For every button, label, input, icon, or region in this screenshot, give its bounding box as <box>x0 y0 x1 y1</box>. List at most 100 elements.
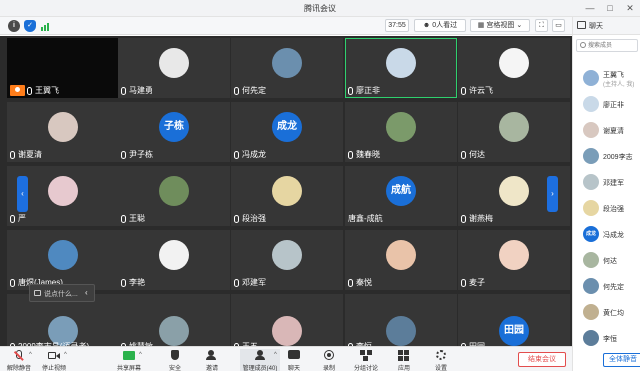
microphone-icon <box>10 279 15 287</box>
member-row[interactable]: 李恒 <box>573 327 640 349</box>
toolbar-share-screen-button[interactable]: 共享屏幕 ^ <box>113 349 145 371</box>
participant-name-text: 秦悦 <box>356 278 372 287</box>
participant-tile[interactable]: 王聪 <box>118 166 230 226</box>
member-row[interactable]: 邓建军 <box>573 171 640 193</box>
participant-tile[interactable]: 何达 <box>458 102 570 162</box>
participant-tile[interactable]: 王五 <box>231 294 343 354</box>
members-sidebar: 聊天 王翼飞(主持人, 我) 廖正非谢夏清 2009李志邓建军段治强成龙冯成龙何达何… <box>572 17 640 371</box>
prev-page-button[interactable]: ‹ <box>17 176 28 212</box>
participant-tile[interactable]: 王翼飞 <box>7 38 119 98</box>
toolbar-breakout-button[interactable]: 分组讨论 <box>350 349 382 371</box>
next-page-button[interactable]: › <box>547 176 558 212</box>
minimize-icon[interactable]: — <box>582 0 598 16</box>
toolbar-microphone-button[interactable]: 解除静音 ^ <box>3 349 35 371</box>
participant-tile[interactable]: 唐煜(James) <box>7 230 119 290</box>
participant-tile[interactable]: 麦子 <box>458 230 570 290</box>
member-row[interactable]: 段治强 <box>573 197 640 219</box>
close-icon[interactable]: ✕ <box>622 0 638 16</box>
participant-name-text: 廖正非 <box>356 86 380 95</box>
participant-name-text: 谢夏清 <box>18 150 42 159</box>
viewers-label: 0人看过 <box>432 22 458 29</box>
chevron-left-icon[interactable]: ‹ <box>85 288 88 297</box>
microphone-icon <box>461 151 466 159</box>
apps-icon <box>398 350 410 361</box>
participant-name-text: 魏春晓 <box>356 150 380 159</box>
member-name: 2009李志 <box>603 154 633 161</box>
member-row[interactable]: 成龙 冯成龙 <box>573 223 640 245</box>
participant-tile[interactable]: 许云飞 <box>458 38 570 98</box>
chevron-up-icon[interactable]: ^ <box>29 352 32 358</box>
participant-name: 麦子 <box>461 278 485 288</box>
collapse-sidebar-icon[interactable]: ▭ <box>552 19 565 32</box>
info-icon[interactable]: i <box>8 20 20 32</box>
participant-name: 魏春晓 <box>348 150 380 160</box>
toolbar-apps-button[interactable]: 应用 <box>388 349 420 371</box>
maximize-icon[interactable]: □ <box>602 0 618 16</box>
breakout-icon <box>360 350 372 361</box>
end-meeting-button[interactable]: 结束会议 <box>518 352 566 367</box>
participant-avatar <box>272 48 302 78</box>
participant-tile[interactable]: 李恒 <box>345 294 457 354</box>
meeting-toolbar-bottom: 解除静音 ^ 停止视频 ^ 共享屏幕 ^ 安全 邀请 管理成员(40) ^ 聊天 录制 分组讨论 应用 设置… <box>0 346 572 371</box>
participant-name-text: 段治强 <box>242 214 266 223</box>
people-icon: ☻ <box>422 22 431 29</box>
participant-name: 严 <box>10 214 26 224</box>
shield-icon[interactable]: ✓ <box>24 20 36 32</box>
toolbar-record-button[interactable]: 录制 <box>313 349 345 371</box>
participant-tile[interactable]: 马建勇 <box>118 38 230 98</box>
toolbar-label: 共享屏幕 <box>116 366 141 371</box>
participant-name-text: 王翼飞 <box>35 86 59 95</box>
participant-tile[interactable]: 邓建军 <box>231 230 343 290</box>
participant-tile[interactable]: 田园田园 <box>458 294 570 354</box>
member-search[interactable] <box>576 39 638 52</box>
member-row[interactable]: 廖正非 <box>573 93 640 115</box>
participant-tile[interactable]: 秦悦 <box>345 230 457 290</box>
toolbar-video-button[interactable]: 停止视频 ^ <box>38 349 70 371</box>
participant-tile[interactable]: 廖正非 <box>345 38 457 98</box>
shield-icon <box>169 350 181 361</box>
viewers-count[interactable]: ☻ 0人看过 <box>414 19 466 32</box>
chat-popup-text: 说点什么... <box>44 291 78 298</box>
participant-avatar <box>48 240 78 270</box>
participant-tile[interactable]: 姚慧敏 <box>118 294 230 354</box>
microphone-icon <box>348 151 353 159</box>
member-row[interactable]: 黄仁均 <box>573 301 640 323</box>
member-row[interactable]: 王翼飞 (主持人, 我) <box>573 67 640 89</box>
participant-name-text: 谢燕梅 <box>469 214 493 223</box>
participant-tile[interactable]: 谢夏清 <box>7 102 119 162</box>
toolbar-invite-button[interactable]: 邀请 <box>196 349 228 371</box>
toolbar-chat-button[interactable]: 聊天 <box>278 349 310 371</box>
participant-tile[interactable]: 李艳 <box>118 230 230 290</box>
participant-name-text: 马建勇 <box>129 86 153 95</box>
microphone-icon <box>461 87 466 95</box>
toolbar-label: 管理成员(40) <box>242 366 278 371</box>
participant-tile[interactable]: 何先定 <box>231 38 343 98</box>
member-row[interactable]: 何达 <box>573 249 640 271</box>
signal-icon[interactable] <box>40 20 52 32</box>
fullscreen-icon[interactable]: ⛶ <box>535 19 548 32</box>
participant-name: 王翼飞 <box>27 86 59 96</box>
member-name: 李恒 <box>603 336 617 343</box>
participant-name-text: 何达 <box>469 150 485 159</box>
toolbar-members-button[interactable]: 管理成员(40) ^ <box>240 349 280 371</box>
chat-popup[interactable]: 说点什么... ‹ <box>29 284 95 302</box>
participant-tile[interactable]: 魏春晓 <box>345 102 457 162</box>
chevron-up-icon[interactable]: ^ <box>139 352 142 358</box>
member-row[interactable]: 何先定 <box>573 275 640 297</box>
chevron-up-icon[interactable]: ^ <box>64 352 67 358</box>
grid-view-button[interactable]: ▦ 宫格视图 ⌄ <box>470 19 530 32</box>
member-row[interactable]: 2009李志 <box>573 145 640 167</box>
participant-tile[interactable]: 2009李志昌(语录者) <box>7 294 119 354</box>
toolbar-shield-button[interactable]: 安全 <box>159 349 191 371</box>
participant-tile[interactable]: 成龙 冯成龙 <box>231 102 343 162</box>
toolbar-settings-button[interactable]: 设置 <box>425 349 457 371</box>
toolbar-label: 应用 <box>397 366 410 371</box>
participant-tile[interactable]: 段治强 <box>231 166 343 226</box>
participant-avatar: 田园 <box>499 316 529 346</box>
mute-all-button[interactable]: 全体静音 <box>603 353 640 367</box>
participant-tile[interactable]: 成航 唐鑫-成航 <box>345 166 457 226</box>
participant-tile[interactable]: 子栋 尹子栋 <box>118 102 230 162</box>
search-input[interactable] <box>588 41 636 51</box>
chevron-up-icon[interactable]: ^ <box>274 352 277 358</box>
member-row[interactable]: 谢夏清 <box>573 119 640 141</box>
